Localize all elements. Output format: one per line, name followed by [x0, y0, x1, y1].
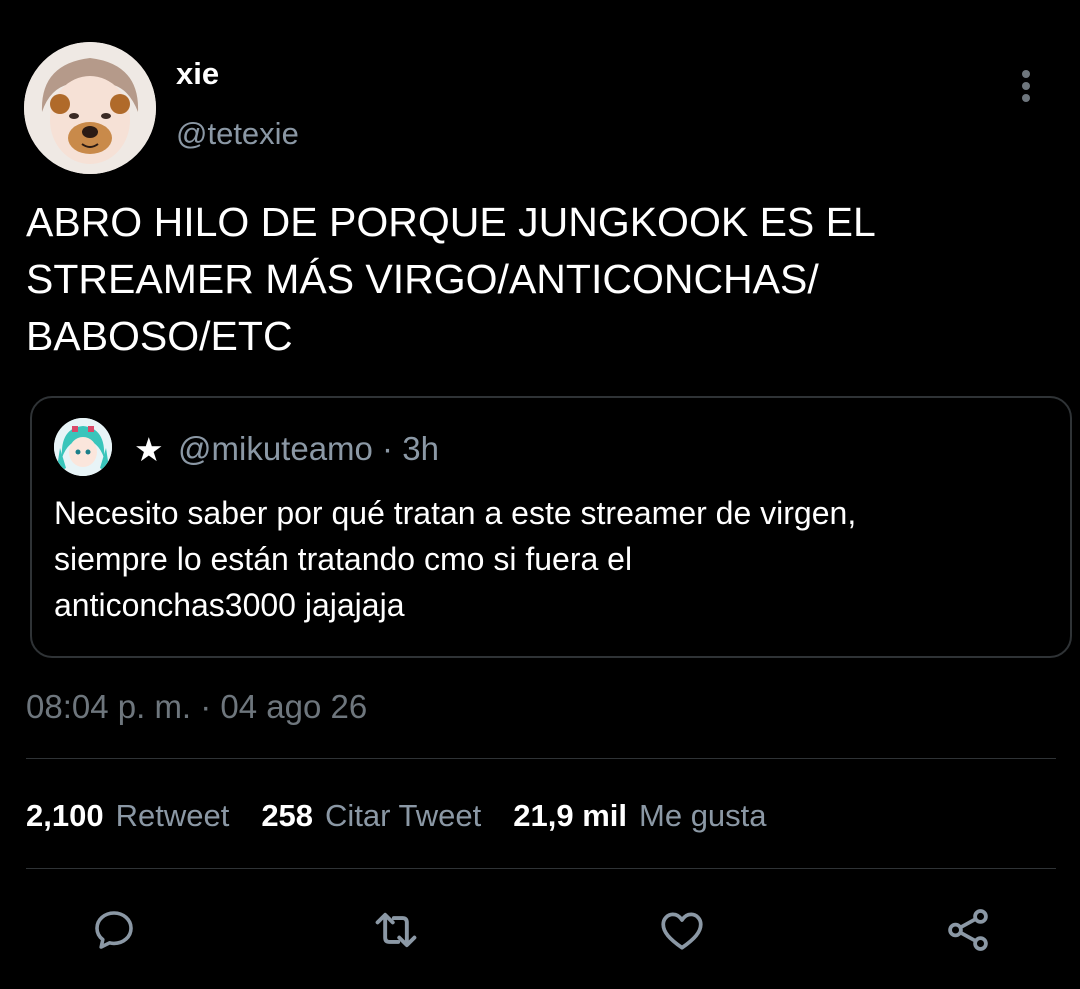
more-options-button[interactable]: [1004, 62, 1048, 110]
likes-stat[interactable]: 21,9 mil Me gusta: [513, 798, 766, 834]
quoted-tweet-text: Necesito saber por qué tratan a este str…: [54, 495, 857, 623]
share-icon: [948, 909, 988, 951]
quote-tweets-label: Citar Tweet: [325, 798, 482, 833]
divider: [26, 758, 1056, 759]
author-avatar[interactable]: [24, 42, 156, 174]
author-display-name[interactable]: xie: [176, 56, 219, 92]
engagement-stats: 2,100 Retweet 258 Citar Tweet 21,9 mil M…: [26, 798, 799, 834]
tweet-text: ABRO HILO DE PORQUE JUNGKOOK ES EL STREA…: [26, 199, 876, 359]
quoted-handle-time: @mikuteamo · 3h: [178, 430, 439, 467]
author-avatar-image: [24, 42, 156, 174]
divider: [26, 868, 1056, 869]
quote-tweets-count: 258: [261, 798, 314, 833]
retweets-label: Retweet: [115, 798, 230, 833]
quoted-avatar: [54, 418, 112, 476]
likes-count: 21,9 mil: [513, 798, 628, 833]
tweet-detail: xie @tetexie ABRO HILO DE PORQUE JUNGKOO…: [0, 0, 1080, 989]
retweet-icon: [375, 912, 417, 948]
retweets-stat[interactable]: 2,100 Retweet: [26, 798, 229, 834]
retweet-button[interactable]: [368, 902, 424, 958]
quoted-avatar-image: [54, 418, 112, 476]
reply-button[interactable]: [86, 902, 142, 958]
likes-label: Me gusta: [639, 798, 767, 833]
reply-icon: [95, 911, 133, 949]
heart-icon: [661, 912, 703, 950]
quoted-tweet[interactable]: ★ @mikuteamo · 3h Necesito saber por qué…: [30, 396, 1072, 658]
more-vertical-icon: [1022, 70, 1030, 102]
tweet-timestamp[interactable]: 08:04 p. m. · 04 ago 26: [26, 688, 367, 726]
retweets-count: 2,100: [26, 798, 104, 833]
like-button[interactable]: [654, 902, 710, 958]
quote-tweets-stat[interactable]: 258 Citar Tweet: [261, 798, 481, 834]
author-handle[interactable]: @tetexie: [176, 116, 299, 152]
quoted-display-name: ★: [134, 431, 164, 468]
share-button[interactable]: [940, 902, 996, 958]
